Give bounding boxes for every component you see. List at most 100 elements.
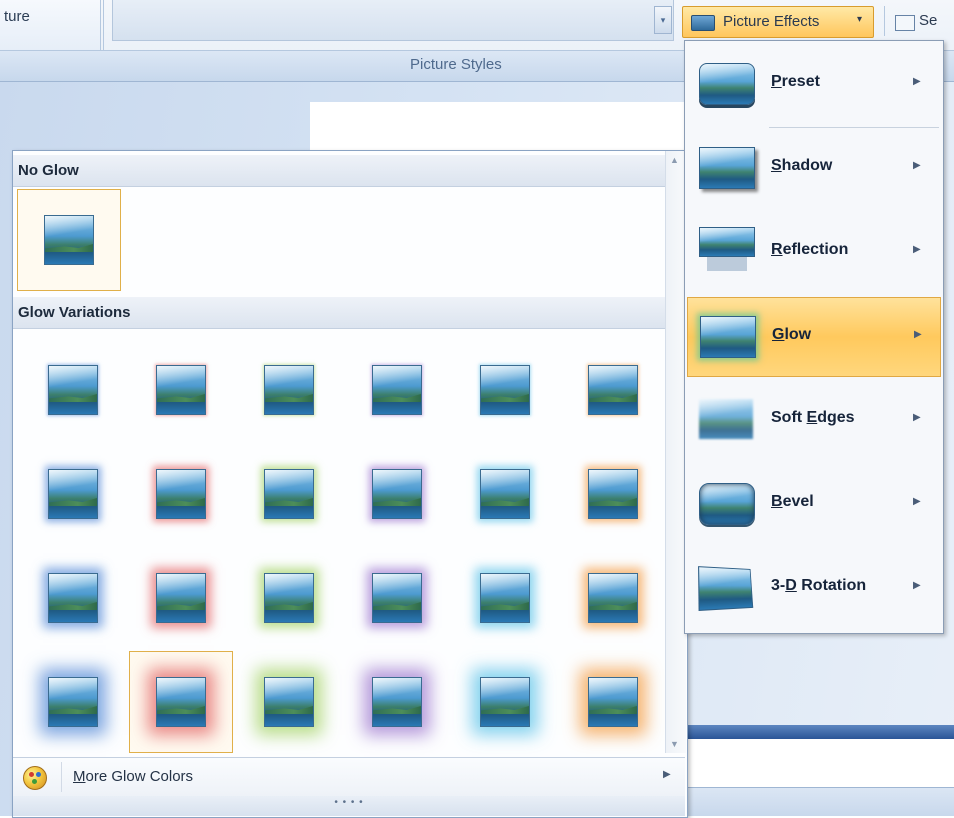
document-page — [310, 102, 690, 150]
glow-variation-option[interactable] — [21, 547, 125, 649]
glow-gallery-panel: No Glow Glow Variations ▲ ▼ More Glow Co… — [12, 150, 688, 818]
glow-variation-option[interactable] — [237, 443, 341, 545]
color-palette-icon — [23, 766, 47, 790]
submenu-arrow-icon: ▶ — [914, 329, 922, 340]
selection-pane-label: Se — [919, 12, 938, 29]
glow-variation-option[interactable] — [21, 339, 125, 441]
dropdown-caret-icon: ▾ — [857, 14, 863, 25]
picture-thumbnail-icon — [156, 469, 206, 519]
gallery-more-button[interactable]: ▾ — [654, 6, 672, 34]
no-glow-header: No Glow — [13, 155, 665, 187]
picture-thumbnail-icon — [480, 365, 530, 415]
glow-variation-option[interactable] — [21, 651, 125, 753]
gallery-scrollbar[interactable]: ▲ ▼ — [665, 151, 686, 753]
glow-variation-option[interactable] — [345, 547, 449, 649]
glow-variation-option[interactable] — [453, 339, 557, 441]
submenu-arrow-icon: ▶ — [913, 496, 921, 507]
menu-item-label: 3-D Rotation — [771, 577, 867, 594]
picture-thumbnail-icon — [480, 573, 530, 623]
scroll-up-icon[interactable]: ▲ — [670, 155, 679, 165]
picture-thumbnail-icon — [48, 365, 98, 415]
document-status-area — [686, 788, 954, 816]
picture-thumbnail-icon — [48, 573, 98, 623]
soft-effect-icon — [699, 399, 753, 439]
picture-thumbnail-icon — [264, 573, 314, 623]
resize-grip[interactable]: • • • • — [13, 796, 685, 816]
picture-styles-group-label: Picture Styles — [410, 56, 502, 73]
picture-effects-menu: Preset ▶ Shadow ▶ Reflection ▶ Glow ▶ Soft Edges… — [684, 40, 944, 634]
picture-effects-button[interactable]: Picture Effects ▾ — [682, 6, 874, 38]
selection-pane-button[interactable]: Se — [884, 6, 954, 36]
glow-variation-option[interactable] — [453, 443, 557, 545]
picture-thumbnail-icon — [48, 677, 98, 727]
picture-thumbnail-icon — [372, 365, 422, 415]
menu-item-soft[interactable]: Soft Edges ▶ — [687, 381, 941, 461]
menu-item-glow[interactable]: Glow ▶ — [687, 297, 941, 377]
submenu-arrow-icon: ▶ — [913, 412, 921, 423]
picture-thumbnail-icon — [44, 215, 94, 265]
glow-variation-option[interactable] — [129, 443, 233, 545]
picture-thumbnail-icon — [372, 469, 422, 519]
shadow-effect-icon — [699, 147, 755, 189]
glow-variation-option[interactable] — [345, 339, 449, 441]
submenu-arrow-icon: ▶ — [913, 160, 921, 171]
picture-thumbnail-icon — [588, 677, 638, 727]
glow-variation-option[interactable] — [453, 651, 557, 753]
glow-variation-option[interactable] — [237, 339, 341, 441]
menu-item-reflection[interactable]: Reflection ▶ — [687, 213, 941, 293]
more-glow-colors-item[interactable]: More Glow Colors ▶ — [13, 757, 685, 796]
glow-variation-option[interactable] — [129, 339, 233, 441]
menu-item-shadow[interactable]: Shadow ▶ — [687, 129, 941, 209]
more-glow-colors-label: More Glow Colors — [73, 768, 194, 785]
picture-styles-gallery[interactable] — [112, 0, 674, 41]
picture-thumbnail-icon — [264, 469, 314, 519]
document-band — [686, 725, 954, 739]
scroll-down-icon[interactable]: ▼ — [670, 739, 679, 749]
picture-thumbnail-icon — [48, 469, 98, 519]
glow-variation-option[interactable] — [129, 547, 233, 649]
selection-icon — [895, 15, 915, 31]
glow-variation-option[interactable] — [129, 651, 233, 753]
glow-effect-icon — [700, 316, 756, 358]
picture-thumbnail-icon — [264, 677, 314, 727]
menu-item-label: Glow — [772, 326, 812, 343]
glow-variation-option[interactable] — [453, 547, 557, 649]
glow-variations-header: Glow Variations — [13, 297, 665, 329]
picture-thumbnail-icon — [372, 573, 422, 623]
picture-effects-icon — [691, 15, 715, 31]
glow-variation-option[interactable] — [561, 339, 665, 441]
menu-separator — [769, 127, 939, 128]
glow-variation-option[interactable] — [561, 651, 665, 753]
no-glow-option[interactable] — [17, 189, 121, 291]
document-page-lower — [686, 739, 954, 788]
glow-variation-option[interactable] — [561, 547, 665, 649]
picture-thumbnail-icon — [156, 365, 206, 415]
reflection-effect-icon — [699, 227, 755, 257]
picture-thumbnail-icon — [156, 573, 206, 623]
submenu-arrow-icon: ▶ — [663, 769, 671, 780]
menu-item-rotation[interactable]: 3-D Rotation ▶ — [687, 549, 941, 629]
submenu-arrow-icon: ▶ — [913, 580, 921, 591]
menu-item-label: Preset — [771, 73, 820, 90]
picture-thumbnail-icon — [156, 677, 206, 727]
menu-item-label: Soft Edges — [771, 409, 855, 426]
glow-variation-option[interactable] — [561, 443, 665, 545]
picture-thumbnail-icon — [372, 677, 422, 727]
rotation-effect-icon — [698, 566, 754, 611]
glow-variation-option[interactable] — [345, 443, 449, 545]
glow-variation-option[interactable] — [237, 651, 341, 753]
menu-item-label: Shadow — [771, 157, 833, 174]
ribbon-left-label[interactable]: ture — [4, 8, 30, 25]
glow-variation-option[interactable] — [21, 443, 125, 545]
picture-effects-label: Picture Effects — [723, 13, 820, 30]
picture-thumbnail-icon — [588, 365, 638, 415]
bevel-effect-icon — [699, 483, 755, 525]
preset-effect-icon — [699, 63, 755, 105]
menu-item-label: Bevel — [771, 493, 814, 510]
menu-item-bevel[interactable]: Bevel ▶ — [687, 465, 941, 545]
menu-item-label: Reflection — [771, 241, 849, 258]
glow-variation-option[interactable] — [237, 547, 341, 649]
menu-item-preset[interactable]: Preset ▶ — [687, 45, 941, 125]
submenu-arrow-icon: ▶ — [913, 76, 921, 87]
glow-variation-option[interactable] — [345, 651, 449, 753]
